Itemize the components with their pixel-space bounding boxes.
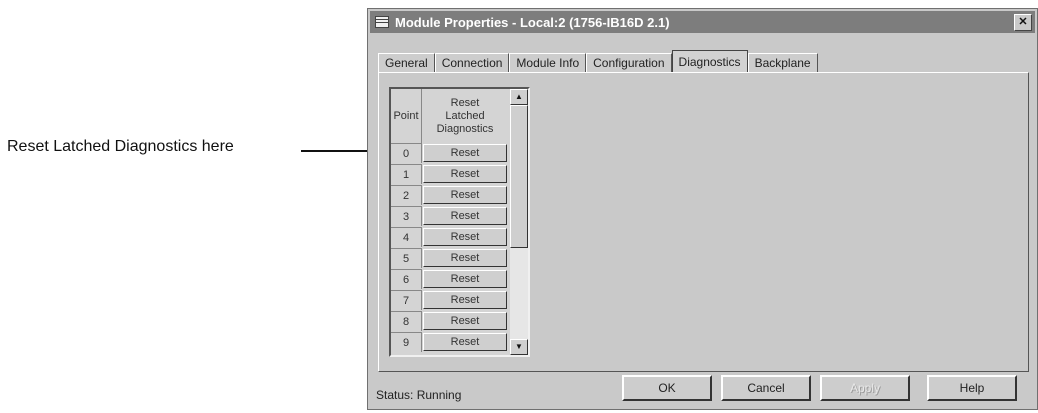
reset-button[interactable]: Reset xyxy=(423,333,507,351)
table-row: 2 Reset xyxy=(391,185,508,205)
diagnostics-panel: Point Reset Latched Diagnostics 0 Reset 1 R… xyxy=(378,72,1029,372)
reset-button[interactable]: Reset xyxy=(423,291,507,309)
tab-module-info[interactable]: Module Info xyxy=(509,53,587,72)
grid-scrollbar[interactable]: ▲ ▼ xyxy=(510,89,528,355)
column-header-reset-latched-diagnostics: Reset Latched Diagnostics xyxy=(422,89,508,143)
tab-backplane[interactable]: Backplane xyxy=(747,53,818,72)
point-cell: 8 xyxy=(391,311,422,331)
reset-button[interactable]: Reset xyxy=(423,270,507,288)
point-cell: 4 xyxy=(391,227,422,247)
point-cell: 7 xyxy=(391,290,422,310)
column-header-reset-label: Reset Latched Diagnostics xyxy=(436,96,494,135)
reset-button[interactable]: Reset xyxy=(423,165,507,183)
table-row: 0 Reset xyxy=(391,143,508,163)
window-icon[interactable] xyxy=(375,16,389,28)
apply-button[interactable]: Apply xyxy=(820,375,910,401)
scroll-up-icon[interactable]: ▲ xyxy=(510,89,528,105)
module-properties-dialog: Module Properties - Local:2 (1756-IB16D … xyxy=(367,8,1038,410)
reset-button[interactable]: Reset xyxy=(423,249,507,267)
title-bar[interactable]: Module Properties - Local:2 (1756-IB16D … xyxy=(370,11,1035,33)
ok-button[interactable]: OK xyxy=(622,375,712,401)
close-icon[interactable]: ✕ xyxy=(1014,14,1032,31)
reset-button[interactable]: Reset xyxy=(423,312,507,330)
window-title: Module Properties - Local:2 (1756-IB16D … xyxy=(395,14,670,30)
table-row: 9 Reset xyxy=(391,332,508,352)
reset-button[interactable]: Reset xyxy=(423,144,507,162)
help-button[interactable]: Help xyxy=(927,375,1017,401)
scroll-thumb[interactable] xyxy=(510,105,528,248)
point-cell: 5 xyxy=(391,248,422,268)
table-row: 8 Reset xyxy=(391,311,508,331)
cancel-button[interactable]: Cancel xyxy=(721,375,811,401)
status-text: Status: Running xyxy=(376,388,462,402)
table-row: 6 Reset xyxy=(391,269,508,289)
callout-label: Reset Latched Diagnostics here xyxy=(7,138,234,155)
tab-general[interactable]: General xyxy=(378,53,435,72)
table-row: 4 Reset xyxy=(391,227,508,247)
point-cell: 3 xyxy=(391,206,422,226)
tab-strip: General Connection Module Info Configura… xyxy=(378,50,818,72)
point-cell: 6 xyxy=(391,269,422,289)
table-row: 7 Reset xyxy=(391,290,508,310)
table-row: 3 Reset xyxy=(391,206,508,226)
diagnostics-grid: Point Reset Latched Diagnostics 0 Reset 1 R… xyxy=(389,87,530,357)
scroll-down-icon[interactable]: ▼ xyxy=(510,339,528,355)
table-row: 1 Reset xyxy=(391,164,508,184)
reset-button[interactable]: Reset xyxy=(423,186,507,204)
point-cell: 1 xyxy=(391,164,422,184)
column-header-point: Point xyxy=(391,89,422,143)
tab-diagnostics[interactable]: Diagnostics xyxy=(671,50,748,72)
table-row: 5 Reset xyxy=(391,248,508,268)
point-cell: 0 xyxy=(391,143,422,163)
point-cell: 2 xyxy=(391,185,422,205)
reset-button[interactable]: Reset xyxy=(423,228,507,246)
point-cell: 9 xyxy=(391,332,422,352)
reset-button[interactable]: Reset xyxy=(423,207,507,225)
tab-connection[interactable]: Connection xyxy=(434,53,510,72)
tab-configuration[interactable]: Configuration xyxy=(586,53,672,72)
